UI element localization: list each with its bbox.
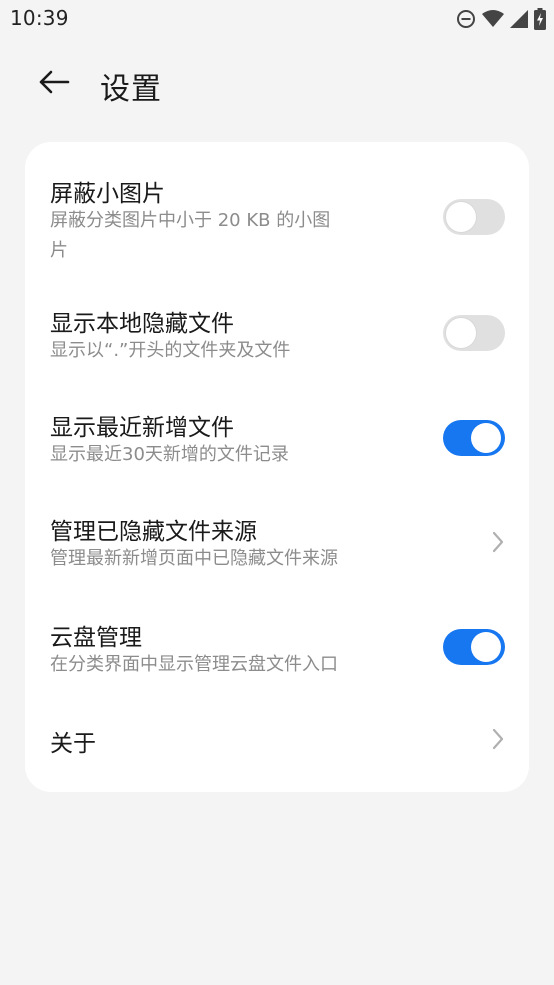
arrow-left-icon <box>38 70 70 98</box>
setting-subtitle: 显示以“.”开头的文件夹及文件 <box>50 340 291 361</box>
setting-show-recent-files[interactable]: 显示最近新增文件 显示最近30天新增的文件记录 <box>25 388 529 492</box>
wifi-icon <box>482 10 504 28</box>
setting-cloud-drive[interactable]: 云盘管理 在分类界面中显示管理云盘文件入口 <box>25 596 529 702</box>
show-recent-files-toggle[interactable] <box>443 420 505 456</box>
chevron-right-icon <box>488 727 508 751</box>
status-time: 10:39 <box>10 6 69 30</box>
setting-subtitle: 管理最新新增页面中已隐藏文件来源 <box>50 548 338 569</box>
back-button[interactable] <box>30 60 78 108</box>
setting-block-small-images[interactable]: 屏蔽小图片 屏蔽分类图片中小于 20 KB 的小图 片 <box>25 142 529 282</box>
setting-title: 管理已隐藏文件来源 <box>50 519 257 545</box>
setting-title: 显示最近新增文件 <box>50 415 234 441</box>
app-header: 设置 <box>0 58 554 108</box>
setting-subtitle: 屏蔽分类图片中小于 20 KB 的小图 <box>50 210 331 231</box>
status-bar: 10:39 <box>0 0 554 38</box>
battery-charging-icon <box>534 8 546 30</box>
status-icons <box>456 8 546 30</box>
setting-subtitle: 显示最近30天新增的文件记录 <box>50 444 289 465</box>
do-not-disturb-icon <box>456 9 476 29</box>
toggle-knob <box>446 202 476 232</box>
toggle-knob <box>471 423 501 453</box>
cloud-drive-toggle[interactable] <box>443 629 505 665</box>
show-hidden-files-toggle[interactable] <box>443 315 505 351</box>
setting-title: 屏蔽小图片 <box>50 181 165 207</box>
toggle-knob <box>446 318 476 348</box>
settings-card: 屏蔽小图片 屏蔽分类图片中小于 20 KB 的小图 片 显示本地隐藏文件 显示以… <box>25 142 529 792</box>
setting-title: 显示本地隐藏文件 <box>50 311 234 337</box>
setting-about[interactable]: 关于 <box>25 702 529 792</box>
toggle-knob <box>471 632 501 662</box>
block-small-images-toggle[interactable] <box>443 199 505 235</box>
setting-title: 云盘管理 <box>50 625 142 651</box>
chevron-right-icon <box>488 530 508 554</box>
page-title: 设置 <box>100 72 162 107</box>
setting-title: 关于 <box>50 731 96 757</box>
setting-show-hidden-files[interactable]: 显示本地隐藏文件 显示以“.”开头的文件夹及文件 <box>25 282 529 388</box>
signal-icon <box>510 10 528 28</box>
setting-subtitle: 在分类界面中显示管理云盘文件入口 <box>50 654 338 675</box>
setting-subtitle-continued: 片 <box>50 240 68 261</box>
setting-manage-hidden-sources[interactable]: 管理已隐藏文件来源 管理最新新增页面中已隐藏文件来源 <box>25 492 529 596</box>
